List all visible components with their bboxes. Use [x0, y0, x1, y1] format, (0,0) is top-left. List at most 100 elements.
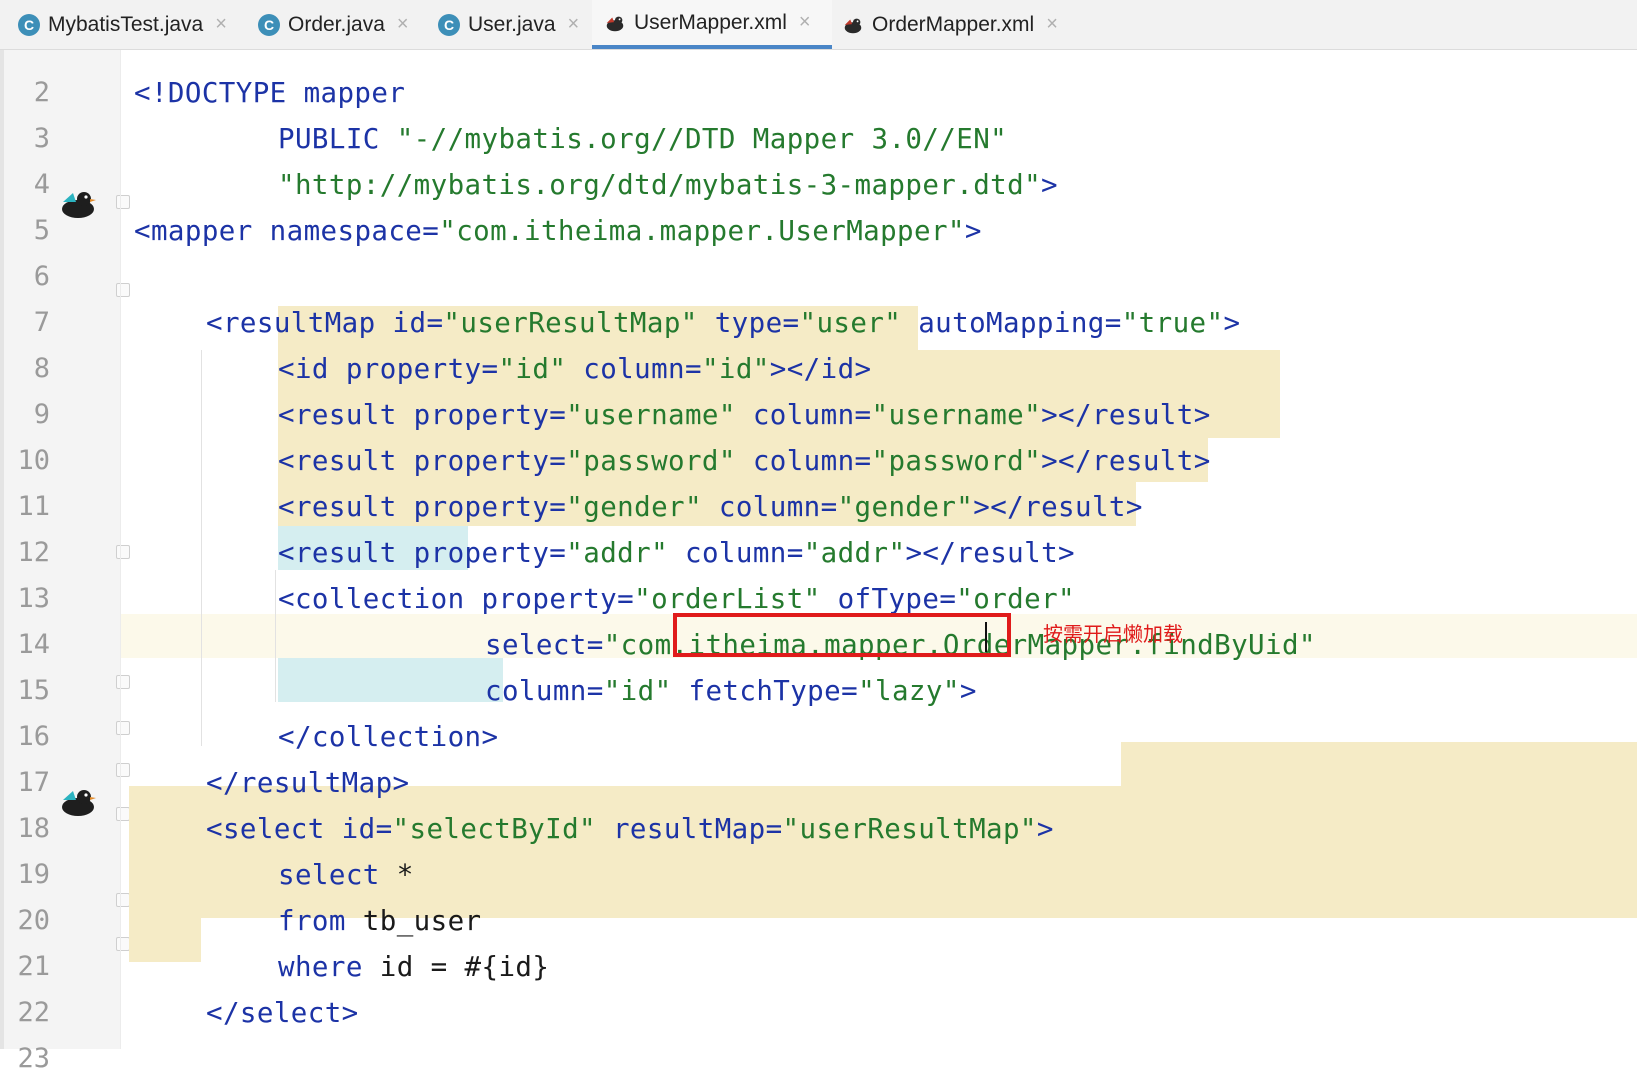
code-token: <result: [278, 491, 397, 523]
code-token: "id": [701, 353, 770, 385]
tab-user-java[interactable]: C User.java ×: [438, 0, 579, 49]
code-line-18: <select id="selectById" resultMap="userR…: [206, 806, 1054, 852]
line-number: 9: [33, 399, 50, 430]
code-editor[interactable]: <!DOCTYPE mapper PUBLIC "-//mybatis.org/…: [121, 50, 1637, 1049]
code-token: column=: [735, 445, 872, 477]
indent-guide: [275, 570, 276, 702]
code-token: <result: [278, 537, 397, 569]
code-line-3: PUBLIC "-//mybatis.org//DTD Mapper 3.0//…: [278, 116, 1007, 162]
code-line-19: select *: [278, 852, 414, 898]
code-token: autoMapping=: [901, 307, 1122, 339]
code-token: id = #{id}: [362, 951, 550, 983]
code-token: </resultMap>: [206, 767, 410, 799]
code-token: fetchType=: [671, 675, 859, 707]
code-token: "id": [603, 675, 672, 707]
line-number: 16: [17, 721, 50, 752]
java-class-icon: C: [258, 13, 280, 36]
code-token: "userResultMap": [782, 813, 1037, 845]
code-token: tb_user: [345, 905, 482, 937]
close-icon[interactable]: ×: [215, 13, 227, 36]
java-class-icon: C: [18, 13, 40, 36]
line-number: 4: [33, 169, 50, 200]
code-token: "userResultMap": [443, 307, 698, 339]
tab-label: OrderMapper.xml: [872, 12, 1035, 36]
annotation-highlight-box: [673, 613, 1011, 657]
code-token: "username": [566, 399, 736, 431]
editor-tab-bar: C MybatisTest.java × C Order.java × C Us…: [0, 0, 1637, 50]
code-token: column=: [566, 353, 702, 385]
line-number: 5: [33, 215, 50, 246]
code-token: "-//mybatis.org//DTD Mapper 3.0//EN": [396, 123, 1008, 155]
tab-ordermapper-xml[interactable]: OrderMapper.xml ×: [842, 0, 1058, 49]
close-icon[interactable]: ×: [799, 11, 811, 34]
code-token: property=: [396, 399, 567, 431]
line-number: 15: [17, 675, 50, 706]
code-line-15: column="id" fetchType="lazy">: [485, 668, 977, 714]
code-line-4: "http://mybatis.org/dtd/mybatis-3-mapper…: [278, 162, 1058, 208]
code-token: column=: [668, 537, 804, 569]
tab-mybatistest-java[interactable]: C MybatisTest.java ×: [18, 0, 227, 49]
code-token: "gender": [837, 491, 974, 523]
close-icon[interactable]: ×: [397, 13, 409, 36]
annotation-label: 按需开启懒加载: [1043, 622, 1183, 646]
line-number: 8: [33, 353, 50, 384]
code-token: "id": [498, 353, 567, 385]
code-token: property=: [328, 353, 499, 385]
code-token: "password": [871, 445, 1042, 477]
close-icon[interactable]: ×: [568, 13, 580, 36]
mybatis-bird-icon: [844, 18, 862, 33]
code-line-2: <!DOCTYPE mapper: [134, 70, 405, 116]
line-number: 14: [17, 629, 50, 660]
code-token: <mapper: [134, 215, 253, 247]
code-token: >: [1223, 307, 1241, 339]
java-class-icon: C: [438, 13, 460, 36]
code-token: "addr": [803, 537, 906, 569]
line-number: 21: [17, 951, 50, 982]
line-number: 12: [17, 537, 50, 568]
tab-usermapper-xml[interactable]: UserMapper.xml ×: [592, 0, 832, 49]
code-token: "orderList": [634, 583, 821, 615]
code-token: <result: [278, 445, 397, 477]
code-token: <select: [206, 813, 325, 845]
code-line-11: <result property="gender" column="gender…: [278, 484, 1143, 530]
line-number: 3: [33, 123, 50, 154]
code-token: "http://mybatis.org/dtd/mybatis-3-mapper…: [278, 169, 1042, 201]
code-token: property=: [396, 445, 567, 477]
line-number-gutter: 2 3 4 5 6 7 8 9 10 11 12 13 14 15 16 17 …: [0, 50, 130, 1074]
code-token: <result: [278, 399, 397, 431]
code-token: >: [1041, 169, 1059, 201]
text-caret: [985, 622, 987, 652]
code-token: ></id>: [769, 353, 872, 385]
code-token: select=: [485, 629, 604, 661]
code-token: "gender": [566, 491, 702, 523]
code-token: "addr": [566, 537, 669, 569]
code-token: from: [278, 905, 346, 937]
code-token: mapper: [286, 77, 406, 109]
mybatis-bird-icon[interactable]: [59, 188, 97, 220]
code-token: *: [379, 859, 414, 891]
code-token: select: [278, 859, 380, 891]
tab-order-java[interactable]: C Order.java ×: [258, 0, 409, 49]
tab-label: UserMapper.xml: [634, 10, 787, 34]
code-token: PUBLIC: [278, 123, 397, 155]
mybatis-bird-icon[interactable]: [59, 786, 97, 818]
code-token: "com.itheima.mapper.UserMapper": [439, 215, 965, 247]
code-token: <id: [278, 353, 329, 385]
code-token: column=: [701, 491, 838, 523]
tab-label: MybatisTest.java: [48, 12, 204, 36]
code-token: </select>: [206, 997, 359, 1029]
code-token: property=: [396, 537, 567, 569]
code-token: "user": [799, 307, 902, 339]
code-line-12: <result property="addr" column="addr"></…: [278, 530, 1075, 576]
close-icon[interactable]: ×: [1046, 13, 1058, 36]
code-token: "order": [956, 583, 1075, 615]
code-token: >: [964, 215, 982, 247]
line-number: 11: [17, 491, 50, 522]
code-token: "username": [871, 399, 1042, 431]
code-token: ></result>: [1041, 445, 1211, 477]
code-token: id=: [375, 307, 444, 339]
tag-match-highlight: [278, 658, 503, 702]
line-number: 23: [17, 1043, 50, 1074]
code-token: ></result>: [905, 537, 1076, 569]
line-number: 7: [33, 307, 50, 338]
